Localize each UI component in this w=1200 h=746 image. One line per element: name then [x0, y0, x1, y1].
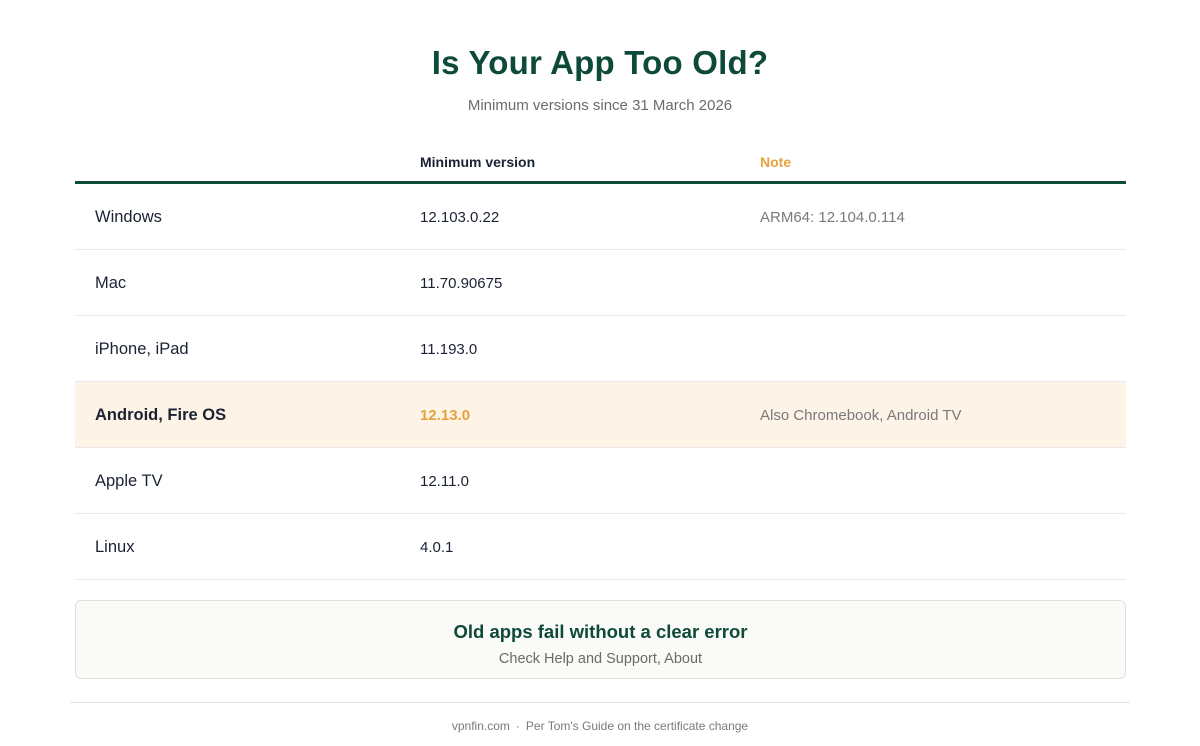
table-row-highlighted: Android, Fire OS 12.13.0 Also Chromebook…	[75, 382, 1126, 448]
versions-table: Minimum version Note Windows 12.103.0.22…	[75, 146, 1126, 580]
warning-callout: Old apps fail without a clear error Chec…	[75, 600, 1126, 679]
platform-cell: Android, Fire OS	[95, 405, 227, 424]
version-cell: 12.103.0.22	[420, 208, 500, 226]
platform-cell: Apple TV	[95, 471, 163, 490]
note-cell: Also Chromebook, Android TV	[760, 406, 962, 424]
version-cell: 12.13.0	[420, 406, 471, 424]
footer-divider	[70, 702, 1130, 703]
table-row: Mac 11.70.90675	[75, 250, 1126, 316]
table-row: iPhone, iPad 11.193.0	[75, 316, 1126, 382]
table-row: Apple TV 12.11.0	[75, 448, 1126, 514]
table-row: Windows 12.103.0.22 ARM64: 12.104.0.114	[75, 184, 1126, 250]
footer-note: Per Tom's Guide on the certificate chang…	[525, 719, 749, 733]
column-header-version: Minimum version	[420, 154, 536, 170]
callout-subtitle: Check Help and Support, About	[498, 651, 703, 667]
version-cell: 11.70.90675	[420, 274, 503, 292]
version-cell: 12.11.0	[420, 472, 469, 490]
note-cell: ARM64: 12.104.0.114	[760, 208, 905, 226]
platform-cell: iPhone, iPad	[95, 339, 189, 358]
table-header: Minimum version Note	[75, 146, 1126, 184]
platform-cell: Windows	[95, 207, 162, 226]
version-cell: 4.0.1	[420, 538, 454, 556]
footer-source: vpnfin.com	[451, 719, 510, 733]
callout-title: Old apps fail without a clear error	[453, 621, 748, 642]
footer: vpnfin.com · Per Tom's Guide on the certif…	[0, 719, 1200, 733]
page-subtitle: Minimum versions since 31 March 2026	[467, 97, 733, 114]
page: Is Your App Too Old? Minimum versions si…	[0, 0, 1200, 746]
platform-cell: Linux	[95, 537, 135, 556]
column-header-note: Note	[760, 154, 792, 170]
platform-cell: Mac	[95, 273, 127, 292]
version-cell: 11.193.0	[420, 340, 478, 358]
page-title: Is Your App Too Old?	[431, 44, 769, 81]
footer-separator: ·	[515, 719, 520, 733]
table-row: Linux 4.0.1	[75, 514, 1126, 580]
